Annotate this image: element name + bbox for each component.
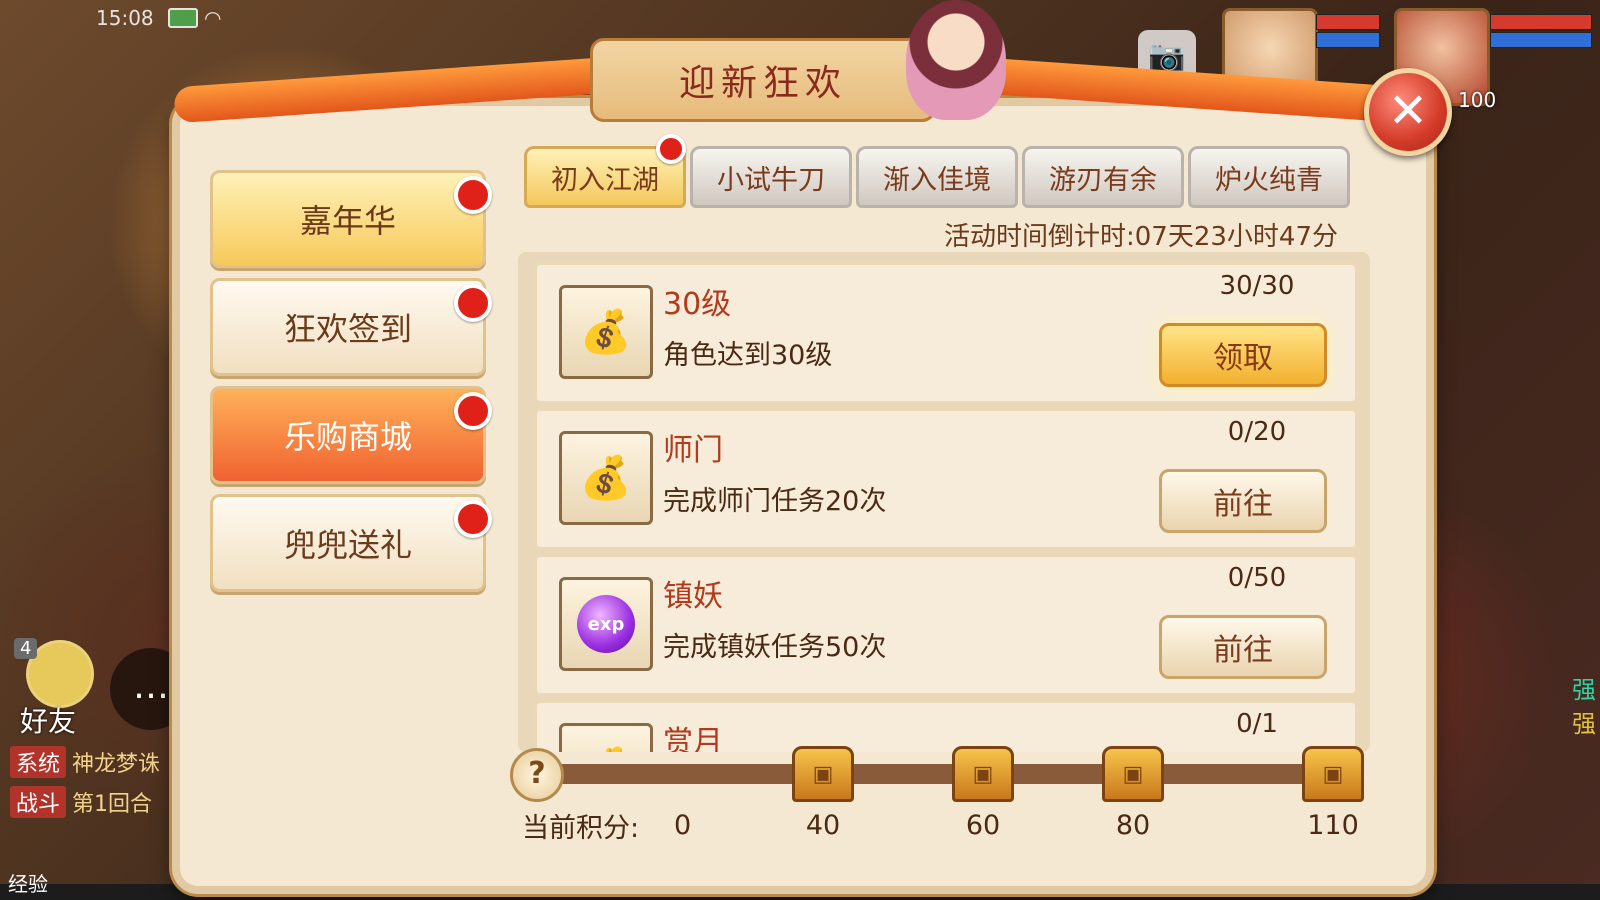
task-description: 完成师门任务20次 (663, 486, 887, 517)
treasure-chest-icon[interactable]: ▣ (1302, 746, 1364, 802)
task-description: 完成镇妖任务50次 (663, 632, 887, 663)
chat-text: 第1回合 (72, 792, 153, 817)
score-label: 当前积分: (522, 813, 640, 844)
task-row: 💰 师门 完成师门任务20次 0/20 前往 (534, 408, 1358, 550)
mp-bar (1490, 32, 1592, 48)
friends-label[interactable]: 好友 (20, 700, 76, 740)
task-progress: 0/1 (1236, 709, 1278, 739)
chat-channel-tag: 战斗 (10, 786, 67, 818)
money-bag-icon[interactable]: 💰 (559, 431, 653, 525)
task-progress: 0/50 (1227, 563, 1287, 593)
goto-button[interactable]: 前往 (1159, 469, 1327, 533)
chat-channel-tag: 系统 (10, 746, 67, 778)
task-description: 角色达到30级 (663, 340, 833, 371)
task-title: 30级 (663, 287, 732, 322)
money-bag-icon[interactable]: 💰 (559, 723, 653, 752)
task-progress: 30/30 (1219, 271, 1295, 301)
status-time: 15:08 (96, 6, 154, 30)
close-button[interactable]: ✕ (1364, 68, 1452, 156)
notification-dot (454, 284, 492, 322)
chat-text: 神龙梦诛 (72, 752, 161, 777)
exp-orb-icon[interactable]: exp (559, 577, 653, 671)
help-icon[interactable]: ? (510, 748, 564, 802)
notification-dot (454, 500, 492, 538)
treasure-chest-icon[interactable]: ▣ (952, 746, 1014, 802)
mail-badge: 4 (14, 638, 38, 659)
notification-dot (454, 392, 492, 430)
hp-bar (1316, 14, 1380, 30)
player-level: 100 (1458, 88, 1497, 112)
chat-line[interactable]: 战斗 第1回合 (10, 786, 152, 818)
sidebar-item-carnival[interactable]: 嘉年华 (210, 170, 486, 268)
tab-stage-2[interactable]: 小试牛刀 (690, 146, 852, 208)
notification-dot (656, 134, 686, 164)
panel-title: 迎新狂欢 (678, 63, 847, 104)
sidebar-item-shop[interactable]: 乐购商城 (210, 386, 486, 484)
claim-button[interactable]: 领取 (1159, 323, 1327, 387)
task-progress: 0/20 (1227, 417, 1287, 447)
task-row: 💰 30级 角色达到30级 30/30 领取 (534, 262, 1358, 404)
tab-stage-4[interactable]: 游刃有余 (1022, 146, 1184, 208)
mp-bar (1316, 32, 1380, 48)
goto-button[interactable]: 前往 (1159, 615, 1327, 679)
milestone-value: 60 (965, 810, 1001, 841)
sidebar-item-gifts[interactable]: 兜兜送礼 (210, 494, 486, 592)
exp-orb-label: exp (577, 595, 635, 653)
mascot-character-icon (906, 0, 1006, 120)
exp-label: 经验 (8, 872, 48, 896)
chat-line[interactable]: 系统 神龙梦诛 (10, 746, 160, 778)
task-row: exp 镇妖 完成镇妖任务50次 0/50 前往 (534, 554, 1358, 696)
task-list[interactable]: 💰 30级 角色达到30级 30/30 领取 💰 师门 完成师门任务20次 0/… (518, 252, 1370, 752)
wifi-icon: ◠ (204, 6, 222, 30)
side-hint[interactable]: 强 (1572, 704, 1596, 739)
panel-title-banner: 迎新狂欢 (590, 38, 936, 122)
hp-bar (1490, 14, 1592, 30)
battery-icon (168, 8, 198, 28)
sidebar-item-checkin[interactable]: 狂欢签到 (210, 278, 486, 376)
score-value: 0 (674, 810, 692, 841)
treasure-chest-icon[interactable]: ▣ (1102, 746, 1164, 802)
money-bag-icon[interactable]: 💰 (559, 285, 653, 379)
milestone-value: 40 (805, 810, 841, 841)
task-row: 💰 赏月 0/1 (534, 700, 1358, 752)
task-title: 师门 (663, 433, 723, 468)
tab-stage-5[interactable]: 炉火纯青 (1188, 146, 1350, 208)
treasure-chest-icon[interactable]: ▣ (792, 746, 854, 802)
task-title: 赏月 (663, 725, 723, 752)
tab-stage-3[interactable]: 渐入佳境 (856, 146, 1018, 208)
milestone-value: 110 (1307, 810, 1359, 841)
milestone-value: 80 (1115, 810, 1151, 841)
task-title: 镇妖 (663, 579, 723, 614)
side-hint[interactable]: 强 (1572, 670, 1596, 705)
event-countdown: 活动时间倒计时:07天23小时47分 (944, 222, 1339, 252)
notification-dot (454, 176, 492, 214)
